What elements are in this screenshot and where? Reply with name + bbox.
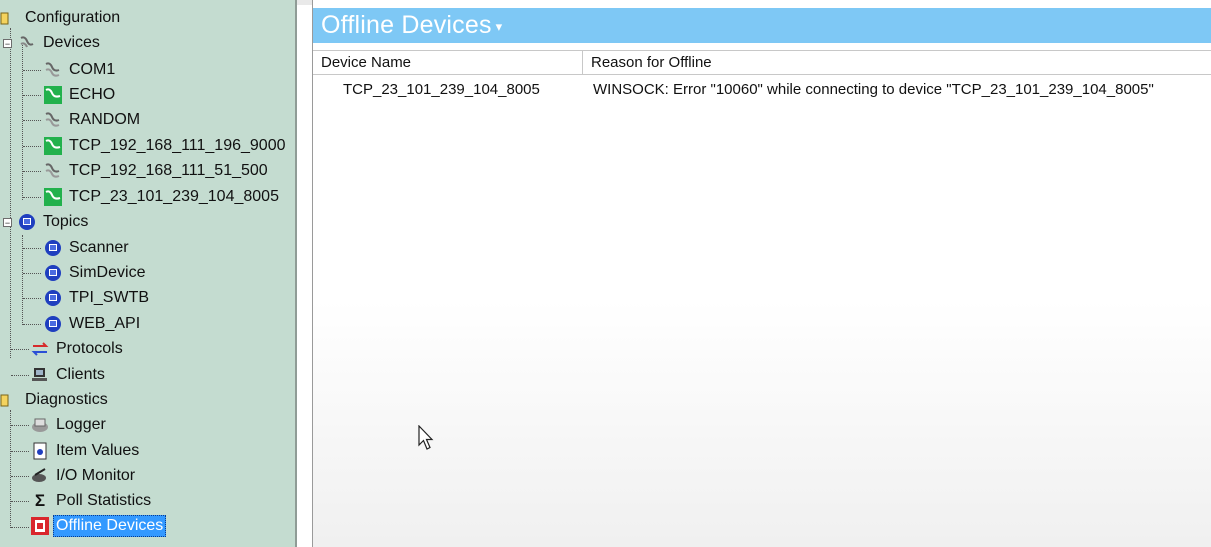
- tree-item-label: TCP_23_101_239_104_8005: [69, 188, 279, 205]
- tree-line: [23, 248, 41, 249]
- tree-item-label: Clients: [56, 366, 105, 383]
- tree-line: [23, 324, 41, 325]
- offline-devices-panel: Offline Devices ▾ Device Name Reason for…: [312, 0, 1211, 547]
- panel-background: [313, 300, 1211, 547]
- tree-item-protocols[interactable]: Protocols: [31, 337, 126, 361]
- tree-line: [23, 197, 41, 198]
- sigma-icon: Σ: [34, 491, 46, 510]
- topic-icon: [44, 239, 62, 257]
- tree-line: [11, 425, 29, 426]
- tree-item-logger[interactable]: Logger: [31, 413, 109, 437]
- tree-item-topic-simdevice[interactable]: SimDevice: [44, 261, 148, 285]
- tree-item-label: Devices: [43, 34, 100, 51]
- tree-line: [23, 171, 41, 172]
- tree-item-label: Configuration: [25, 9, 121, 26]
- tree-item-topic-web-api[interactable]: WEB_API: [44, 312, 143, 336]
- tree-line: [23, 273, 41, 274]
- satellite-icon: [31, 467, 49, 485]
- tree-line: [23, 70, 41, 71]
- tree-item-diagnostics[interactable]: Diagnostics: [0, 388, 111, 412]
- tree-item-device-tcp-192-168-111-196[interactable]: TCP_192_168_111_196_9000: [44, 134, 289, 158]
- tree-line: [10, 28, 11, 358]
- tree-item-offline-devices[interactable]: Offline Devices: [31, 514, 167, 538]
- tree-line: [23, 298, 41, 299]
- document-icon: [31, 442, 49, 460]
- device-link-icon: [18, 34, 36, 52]
- tree-line: [11, 527, 29, 528]
- device-online-icon: [44, 137, 62, 155]
- topic-icon: [44, 315, 62, 333]
- tree-item-label: RANDOM: [69, 111, 141, 128]
- folder-icon: [0, 391, 18, 409]
- tree-item-device-tcp-192-168-111-51[interactable]: TCP_192_168_111_51_500: [44, 159, 271, 183]
- tree-item-label: Protocols: [56, 340, 123, 357]
- tree-line: [11, 451, 29, 452]
- tree-item-clients[interactable]: Clients: [31, 363, 108, 387]
- tree-item-device-echo[interactable]: ECHO: [44, 83, 118, 107]
- tree-item-label: Logger: [56, 416, 106, 433]
- tree-item-label: Poll Statistics: [56, 492, 152, 509]
- panel-title-bar: Offline Devices ▾: [313, 8, 1211, 43]
- panel-title: Offline Devices: [321, 11, 492, 39]
- tree-item-device-com1[interactable]: COM1: [44, 58, 118, 82]
- tree-line: [10, 410, 11, 528]
- tree-item-configuration[interactable]: Configuration: [0, 6, 123, 30]
- tree-item-devices[interactable]: Devices: [18, 31, 103, 55]
- mouse-cursor-icon: [418, 425, 434, 450]
- device-online-icon: [44, 86, 62, 104]
- table-header: Device Name Reason for Offline: [313, 50, 1211, 75]
- tree-item-topic-tpi-swtb[interactable]: TPI_SWTB: [44, 286, 152, 310]
- tree-line: [23, 146, 41, 147]
- tree-item-io-monitor[interactable]: I/O Monitor: [31, 464, 138, 488]
- tree-item-label: TCP_192_168_111_51_500: [69, 162, 268, 179]
- tree-item-label: TPI_SWTB: [69, 289, 150, 306]
- tree-line: [11, 476, 29, 477]
- tree-item-topics[interactable]: Topics: [18, 210, 91, 234]
- tree-item-label: Scanner: [69, 239, 129, 256]
- device-offline-icon: [44, 111, 62, 129]
- tree-item-label: TCP_192_168_111_196_9000: [69, 137, 286, 154]
- topic-icon: [18, 213, 36, 231]
- tree-item-label: I/O Monitor: [56, 467, 136, 484]
- offline-device-icon: [31, 517, 49, 535]
- tree-item-label: Topics: [43, 213, 89, 230]
- tree-line: [23, 95, 41, 96]
- tree-item-label: COM1: [69, 61, 116, 78]
- tree-line: [11, 375, 29, 376]
- tree-item-label: WEB_API: [69, 315, 141, 332]
- tree-item-device-tcp-23-101-239-104[interactable]: TCP_23_101_239_104_8005: [44, 185, 282, 209]
- tree-item-label: Diagnostics: [25, 391, 108, 408]
- tree-line: [22, 45, 23, 200]
- tree-item-label: ECHO: [69, 86, 116, 103]
- device-online-icon: [44, 188, 62, 206]
- tree-item-poll-statistics[interactable]: Σ Poll Statistics: [31, 489, 154, 513]
- table-row[interactable]: TCP_23_101_239_104_8005 WINSOCK: Error "…: [313, 79, 1211, 101]
- chevron-down-icon[interactable]: ▾: [496, 19, 503, 35]
- reason-cell: WINSOCK: Error "10060" while connecting …: [593, 81, 1154, 98]
- tree-item-device-random[interactable]: RANDOM: [44, 108, 143, 132]
- column-header-reason[interactable]: Reason for Offline: [583, 51, 1211, 74]
- collapse-toggle[interactable]: −: [3, 39, 12, 49]
- column-header-device-name[interactable]: Device Name: [313, 51, 583, 74]
- topic-icon: [44, 264, 62, 282]
- tree-line: [11, 349, 29, 350]
- protocol-arrows-icon: [31, 340, 49, 358]
- tree-line: [11, 501, 29, 502]
- tree-item-label: Offline Devices: [53, 515, 167, 537]
- computer-icon: [31, 366, 49, 384]
- logger-icon: [31, 416, 49, 434]
- tree-line: [23, 120, 41, 121]
- collapse-toggle[interactable]: −: [3, 218, 12, 228]
- tree-item-item-values[interactable]: Item Values: [31, 439, 142, 463]
- device-name-cell: TCP_23_101_239_104_8005: [343, 81, 540, 98]
- folder-icon: [0, 9, 18, 27]
- topic-icon: [44, 289, 62, 307]
- device-offline-icon: [44, 162, 62, 180]
- tree-item-label: SimDevice: [69, 264, 146, 281]
- navigation-tree: Configuration − Devices COM1 ECHO RANDOM…: [0, 0, 297, 547]
- tree-item-topic-scanner[interactable]: Scanner: [44, 236, 132, 260]
- device-offline-icon: [44, 61, 62, 79]
- tree-item-label: Item Values: [56, 442, 140, 459]
